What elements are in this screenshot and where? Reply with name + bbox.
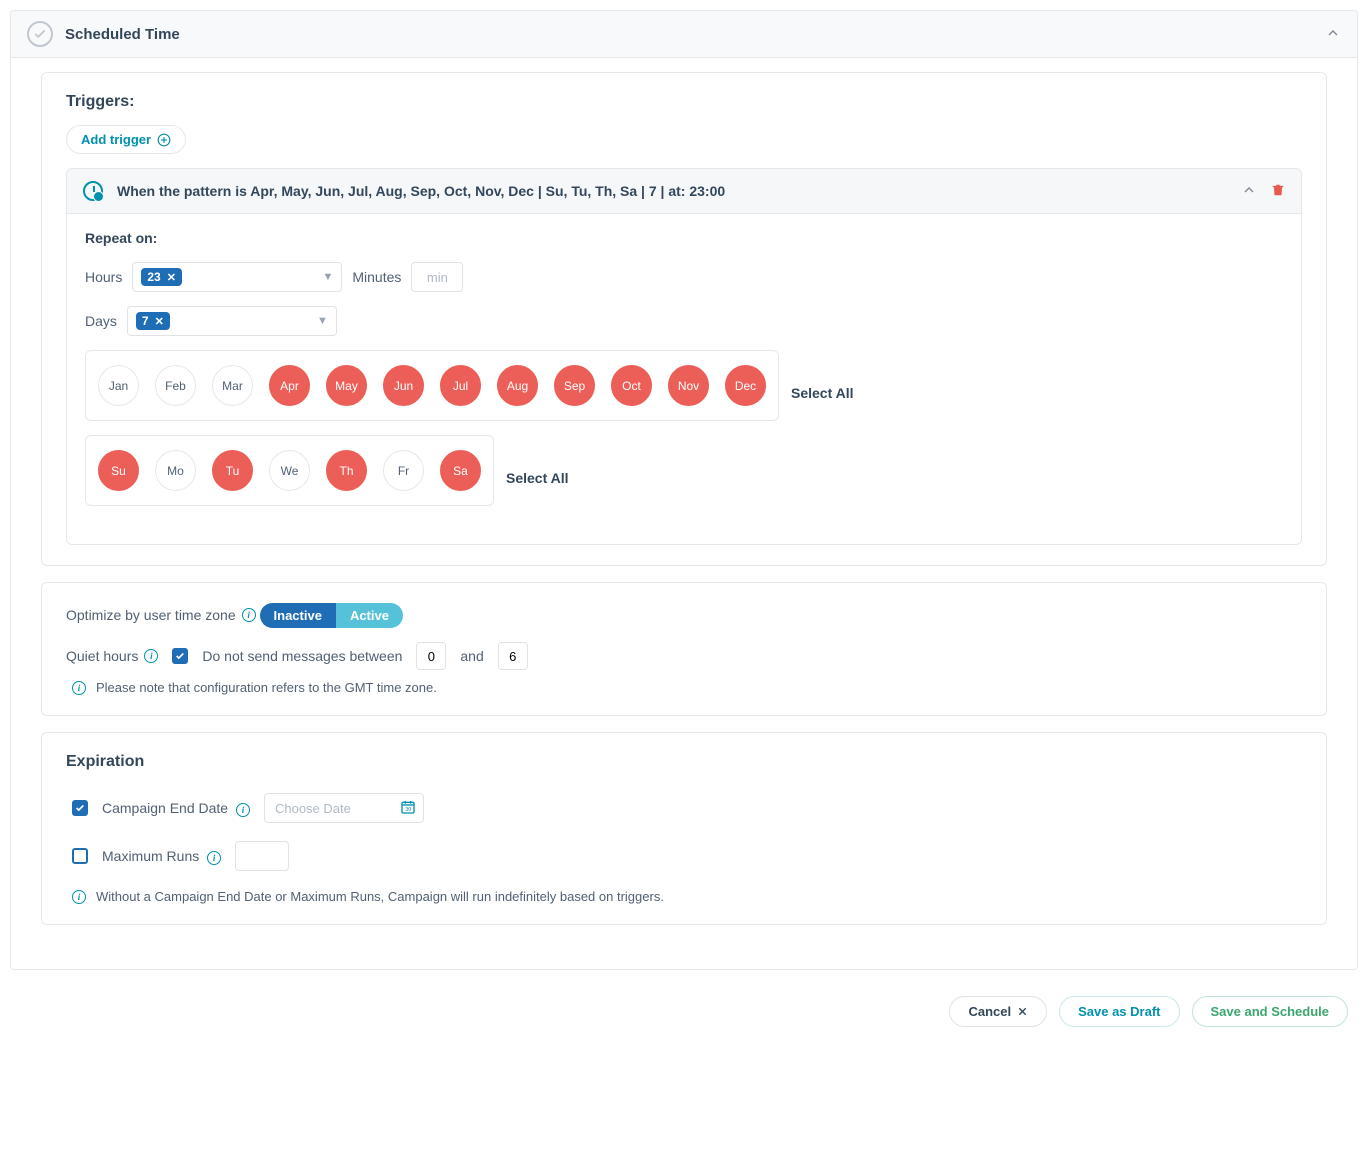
timezone-toggle[interactable]: Inactive Active bbox=[260, 603, 403, 628]
days-label: Days bbox=[85, 313, 117, 329]
cancel-button[interactable]: Cancel bbox=[949, 996, 1047, 1027]
trash-icon[interactable] bbox=[1271, 183, 1285, 200]
clock-schedule-icon bbox=[83, 181, 103, 201]
timezone-note: Please note that configuration refers to… bbox=[96, 680, 437, 695]
caret-down-icon: ▼ bbox=[317, 315, 328, 327]
month-pill-may[interactable]: May bbox=[326, 365, 367, 406]
days-select[interactable]: 7 ✕ ▼ bbox=[127, 306, 337, 336]
month-pill-mar[interactable]: Mar bbox=[212, 365, 253, 406]
quiet-text: Do not send messages between bbox=[202, 648, 402, 664]
triggers-card: Triggers: Add trigger When the pattern i… bbox=[41, 72, 1327, 566]
toggle-active[interactable]: Active bbox=[336, 603, 403, 628]
plus-circle-icon bbox=[157, 133, 171, 147]
month-pill-jan[interactable]: Jan bbox=[98, 365, 139, 406]
max-runs-input[interactable] bbox=[235, 841, 289, 871]
info-icon[interactable]: i bbox=[207, 851, 221, 865]
info-icon[interactable]: i bbox=[144, 649, 158, 663]
quiet-hours-label: Quiet hours i bbox=[66, 648, 158, 664]
expiration-card: Expiration Campaign End Date i Choose Da… bbox=[41, 732, 1327, 925]
month-pill-jun[interactable]: Jun bbox=[383, 365, 424, 406]
footer-actions: Cancel Save as Draft Save and Schedule bbox=[10, 980, 1358, 1033]
info-icon[interactable]: i bbox=[236, 803, 250, 817]
trigger-body: Repeat on: Hours 23 ✕ ▼ Minutes Days bbox=[66, 214, 1302, 545]
add-trigger-label: Add trigger bbox=[81, 132, 151, 147]
save-draft-button[interactable]: Save as Draft bbox=[1059, 996, 1179, 1027]
quiet-from-input[interactable] bbox=[416, 642, 446, 670]
weekday-pill-sa[interactable]: Sa bbox=[440, 450, 481, 491]
expiration-note: Without a Campaign End Date or Maximum R… bbox=[96, 889, 664, 904]
checkmark-circle-icon bbox=[27, 21, 53, 47]
svg-text:30: 30 bbox=[405, 807, 411, 813]
info-icon: i bbox=[72, 681, 86, 695]
end-date-checkbox[interactable] bbox=[72, 800, 88, 816]
trigger-collapse-icon[interactable] bbox=[1241, 182, 1257, 201]
month-pill-feb[interactable]: Feb bbox=[155, 365, 196, 406]
end-date-label: Campaign End Date i bbox=[102, 800, 250, 817]
month-pill-dec[interactable]: Dec bbox=[725, 365, 766, 406]
weekdays-box: Su Mo Tu We Th Fr Sa bbox=[85, 435, 494, 506]
timezone-card: Optimize by user time zone i Inactive Ac… bbox=[41, 582, 1327, 716]
max-runs-label: Maximum Runs i bbox=[102, 848, 221, 865]
months-select-all[interactable]: Select All bbox=[791, 385, 854, 401]
weekday-pill-tu[interactable]: Tu bbox=[212, 450, 253, 491]
calendar-icon[interactable]: 30 bbox=[400, 799, 416, 818]
month-pill-apr[interactable]: Apr bbox=[269, 365, 310, 406]
repeat-on-label: Repeat on: bbox=[85, 230, 1283, 246]
chip-remove-icon[interactable]: ✕ bbox=[167, 271, 176, 284]
month-pill-nov[interactable]: Nov bbox=[668, 365, 709, 406]
panel-header[interactable]: Scheduled Time bbox=[11, 11, 1357, 58]
save-schedule-button[interactable]: Save and Schedule bbox=[1192, 996, 1349, 1027]
month-pill-sep[interactable]: Sep bbox=[554, 365, 595, 406]
trigger-pattern-text: When the pattern is Apr, May, Jun, Jul, … bbox=[117, 183, 1227, 199]
and-label: and bbox=[460, 648, 483, 664]
caret-down-icon: ▼ bbox=[322, 271, 333, 283]
toggle-inactive[interactable]: Inactive bbox=[260, 603, 336, 628]
chevron-up-icon[interactable] bbox=[1325, 25, 1341, 44]
panel-title: Scheduled Time bbox=[65, 26, 1325, 43]
triggers-title: Triggers: bbox=[66, 93, 1302, 111]
quiet-hours-checkbox[interactable] bbox=[172, 648, 188, 664]
trigger-header-row: When the pattern is Apr, May, Jun, Jul, … bbox=[66, 168, 1302, 214]
weekday-pill-mo[interactable]: Mo bbox=[155, 450, 196, 491]
hours-label: Hours bbox=[85, 269, 122, 285]
weekday-pill-fr[interactable]: Fr bbox=[383, 450, 424, 491]
months-box: Jan Feb Mar Apr May Jun Jul Aug Sep Oct Nov Dec bbox=[85, 350, 779, 421]
minutes-label: Minutes bbox=[352, 269, 401, 285]
weekdays-select-all[interactable]: Select All bbox=[506, 470, 569, 486]
check-icon bbox=[175, 651, 185, 661]
scheduled-time-panel: Scheduled Time Triggers: Add trigger Whe… bbox=[10, 10, 1358, 970]
check-icon bbox=[75, 803, 85, 813]
close-icon bbox=[1017, 1006, 1028, 1017]
optimize-tz-label: Optimize by user time zone i bbox=[66, 607, 256, 623]
chip-remove-icon[interactable]: ✕ bbox=[155, 315, 164, 328]
quiet-to-input[interactable] bbox=[498, 642, 528, 670]
info-icon: i bbox=[72, 890, 86, 904]
max-runs-checkbox[interactable] bbox=[72, 848, 88, 864]
weekday-pill-su[interactable]: Su bbox=[98, 450, 139, 491]
hours-chip: 23 ✕ bbox=[141, 268, 182, 286]
minutes-input[interactable] bbox=[411, 262, 463, 292]
weekday-pill-we[interactable]: We bbox=[269, 450, 310, 491]
days-chip: 7 ✕ bbox=[136, 312, 170, 330]
info-icon[interactable]: i bbox=[242, 608, 256, 622]
month-pill-aug[interactable]: Aug bbox=[497, 365, 538, 406]
hours-select[interactable]: 23 ✕ ▼ bbox=[132, 262, 342, 292]
expiration-title: Expiration bbox=[66, 753, 1302, 771]
month-pill-oct[interactable]: Oct bbox=[611, 365, 652, 406]
add-trigger-button[interactable]: Add trigger bbox=[66, 125, 186, 154]
weekday-pill-th[interactable]: Th bbox=[326, 450, 367, 491]
month-pill-jul[interactable]: Jul bbox=[440, 365, 481, 406]
